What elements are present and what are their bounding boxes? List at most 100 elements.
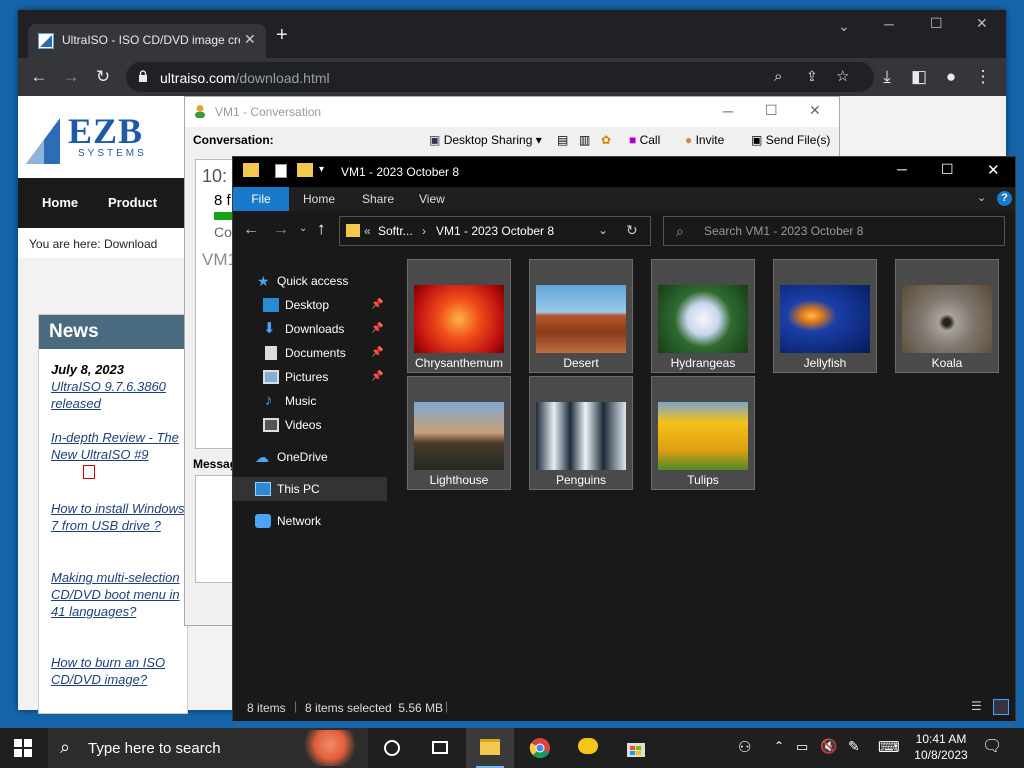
news-link[interactable]: How to burn an ISO CD/DVD image?	[51, 654, 187, 688]
send-files-button[interactable]: ▣ Send File(s)	[751, 133, 830, 147]
forward-icon[interactable]: →	[58, 64, 84, 90]
nav-product[interactable]: Product	[108, 195, 157, 210]
call-button[interactable]: ■ Call	[629, 133, 660, 147]
news-link[interactable]: Making multi-selection CD/DVD boot menu …	[51, 569, 187, 620]
task-view-icon[interactable]	[416, 728, 464, 768]
pin-icon[interactable]: 📌	[371, 365, 383, 389]
nav-music[interactable]: ♪ Music	[233, 389, 387, 413]
reload-icon[interactable]: ↻	[90, 64, 116, 90]
bookmark-star-icon[interactable]: ☆	[836, 67, 849, 85]
forward-icon[interactable]: →	[273, 221, 289, 239]
tab-home[interactable]: Home	[303, 192, 335, 206]
pin-icon[interactable]: 📌	[371, 317, 383, 341]
nav-this-pc[interactable]: This PC	[233, 477, 387, 501]
back-icon[interactable]: ←	[243, 221, 259, 239]
file-icon[interactable]: ▤	[557, 133, 568, 147]
back-icon[interactable]: ←	[26, 64, 52, 90]
clock[interactable]: 10:41 AM 10/8/2023	[906, 731, 976, 763]
close-window-icon[interactable]: ✕	[976, 15, 988, 32]
tab-view[interactable]: View	[419, 192, 445, 206]
details-view-icon[interactable]: ☰	[971, 699, 987, 715]
address-bar[interactable]: « Softr... › VM1 - 2023 October 8 ⌄ ↻	[339, 216, 651, 246]
pin-icon[interactable]: 📌	[371, 341, 383, 365]
keyboard-icon[interactable]: ⌨	[878, 738, 900, 756]
maximize-icon[interactable]: ☐	[930, 15, 943, 32]
people-icon[interactable]: ⚇	[738, 738, 751, 756]
tab-file[interactable]: File	[233, 187, 289, 211]
network-tray-icon[interactable]: ▭	[796, 739, 808, 755]
new-folder-icon[interactable]	[297, 163, 313, 177]
file-tile[interactable]: Jellyfish	[773, 259, 877, 373]
pin-icon[interactable]: 📌	[371, 293, 383, 317]
download-icon[interactable]: ⤓	[874, 64, 900, 90]
address-dropdown-icon[interactable]: ⌄	[598, 223, 608, 237]
path-overflow[interactable]: «	[364, 224, 371, 238]
nav-home[interactable]: Home	[42, 195, 78, 210]
recent-locations-icon[interactable]: ⌄	[299, 223, 307, 234]
profile-icon[interactable]: ●	[938, 64, 964, 90]
path-segment-current[interactable]: VM1 - 2023 October 8	[436, 224, 554, 238]
expand-ribbon-icon[interactable]: ⌄	[977, 191, 986, 204]
share-icon[interactable]: ⇪	[806, 68, 818, 85]
close-icon[interactable]: ✕	[809, 102, 821, 119]
windows-start-icon[interactable]	[14, 739, 32, 757]
news-link[interactable]: In-depth Review - The New UltraISO #9	[51, 429, 187, 463]
nav-documents[interactable]: Documents 📌	[233, 341, 387, 365]
maximize-icon[interactable]: ☐	[941, 161, 954, 178]
ezb-logo[interactable]: EZB SYSTEMS	[24, 108, 164, 168]
nav-downloads[interactable]: ⬇ Downloads 📌	[233, 317, 387, 341]
show-hidden-icons-chevron-icon[interactable]: ⌃	[774, 739, 784, 753]
help-icon[interactable]: ?	[997, 191, 1012, 206]
file-tile[interactable]: Hydrangeas	[651, 259, 755, 373]
nav-pictures[interactable]: Pictures 📌	[233, 365, 387, 389]
file-explorer-taskbar-icon[interactable]	[466, 728, 514, 768]
refresh-icon[interactable]: ↻	[626, 222, 638, 239]
chrome-tab[interactable]: UltraISO - ISO CD/DVD image cre ✕	[28, 24, 266, 58]
news-link[interactable]: How to install Windows 7 from USB drive …	[51, 500, 187, 534]
pen-icon[interactable]: ✎	[848, 738, 860, 755]
file-tile[interactable]: Desert	[529, 259, 633, 373]
store-taskbar-icon[interactable]	[612, 728, 660, 768]
news-link[interactable]: UltraISO 9.7.6.3860 released	[51, 378, 187, 412]
file-tile[interactable]: Tulips	[651, 376, 755, 490]
chevron-right-icon[interactable]: ›	[422, 224, 426, 238]
taskbar-search[interactable]: ⌕ Type here to search	[48, 728, 368, 768]
zoom-search-icon[interactable]: ⌕	[774, 68, 782, 85]
side-panel-icon[interactable]: ◧	[906, 64, 932, 90]
invite-button[interactable]: ● Invite	[685, 133, 724, 147]
menu-kebab-icon[interactable]: ⋮	[970, 64, 996, 90]
file-tile[interactable]: Penguins	[529, 376, 633, 490]
file-tile[interactable]: Koala	[895, 259, 999, 373]
settings-gears-icon[interactable]: ✿	[601, 133, 611, 147]
nav-desktop[interactable]: Desktop 📌	[233, 293, 387, 317]
address-bar[interactable]: ultraiso.com/download.html ⌕ ⇪ ☆	[126, 62, 874, 92]
large-icons-view-icon[interactable]	[993, 699, 1009, 715]
up-icon[interactable]: ↑	[317, 219, 326, 239]
file-tile[interactable]: Chrysanthemum	[407, 259, 511, 373]
new-tab-icon[interactable]: +	[276, 24, 288, 47]
quick-access-dropdown-icon[interactable]: ▾	[319, 164, 324, 175]
minimize-icon[interactable]: ─	[884, 16, 894, 32]
cortana-icon[interactable]	[368, 728, 416, 768]
notifications-icon[interactable]: 🗨	[982, 736, 1002, 756]
volume-muted-icon[interactable]: 🔇	[820, 738, 837, 755]
minimize-icon[interactable]: ─	[723, 103, 733, 119]
chat-app-taskbar-icon[interactable]	[564, 728, 612, 768]
tab-search-chevron-icon[interactable]: ⌄	[838, 18, 850, 35]
nav-onedrive[interactable]: ☁ OneDrive	[233, 445, 387, 469]
notes-icon[interactable]: ▥	[579, 133, 590, 147]
nav-quick-access[interactable]: ★ Quick access	[233, 269, 387, 293]
nav-videos[interactable]: Videos	[233, 413, 387, 437]
chrome-taskbar-icon[interactable]	[516, 728, 564, 768]
maximize-icon[interactable]: ☐	[765, 102, 778, 119]
properties-icon[interactable]	[275, 164, 287, 178]
search-box[interactable]: ⌕ Search VM1 - 2023 October 8	[663, 216, 1005, 246]
nav-network[interactable]: Network	[233, 509, 387, 533]
close-icon[interactable]: ✕	[987, 161, 1000, 179]
tab-share[interactable]: Share	[362, 192, 394, 206]
file-tile[interactable]: Lighthouse	[407, 376, 511, 490]
path-segment[interactable]: Softr...	[378, 224, 413, 238]
minimize-icon[interactable]: ─	[897, 161, 907, 177]
close-tab-icon[interactable]: ✕	[244, 31, 256, 48]
message-input[interactable]	[195, 475, 235, 583]
